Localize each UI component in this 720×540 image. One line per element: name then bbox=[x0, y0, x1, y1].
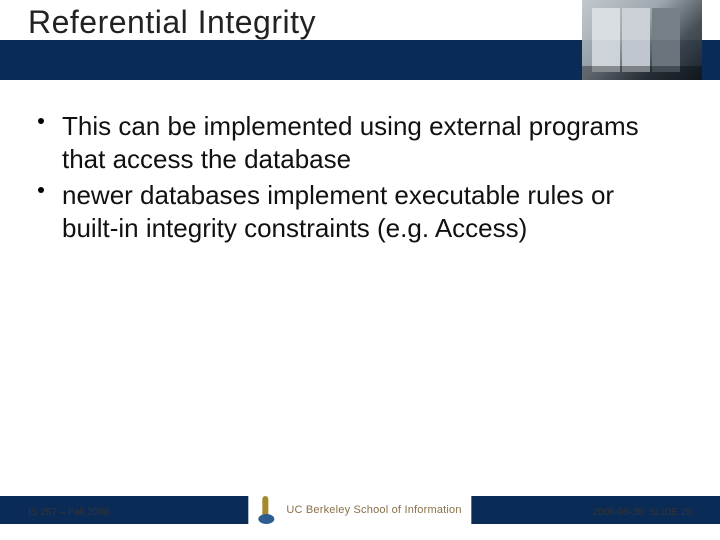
footer-date: 2008-09-30 bbox=[592, 507, 643, 518]
bullet-dot-icon bbox=[36, 179, 54, 193]
slide-body: This can be implemented using external p… bbox=[36, 110, 660, 248]
bullet-text: newer databases implement executable rul… bbox=[54, 179, 660, 244]
ischool-logo-icon bbox=[258, 496, 278, 524]
title-decoration-image bbox=[582, 0, 702, 80]
slide: Referential Integrity This can be implem… bbox=[0, 0, 720, 540]
footer-right: 2008-09-30 SLIDE 25 bbox=[592, 507, 692, 518]
bullet-text: This can be implemented using external p… bbox=[54, 110, 660, 175]
bullet-item: This can be implemented using external p… bbox=[36, 110, 660, 175]
footer-course-label: IS 257 – Fall 2008 bbox=[28, 507, 109, 518]
slide-title: Referential Integrity bbox=[28, 4, 316, 41]
footer-logo: UC Berkeley School of Information bbox=[248, 493, 471, 527]
bullet-dot-icon bbox=[36, 110, 54, 124]
footer-slide-label: SLIDE bbox=[649, 507, 678, 518]
footer-slide-number: 25 bbox=[681, 507, 692, 518]
footer-logo-text: UC Berkeley School of Information bbox=[286, 504, 461, 516]
title-band bbox=[0, 40, 720, 80]
bullet-item: newer databases implement executable rul… bbox=[36, 179, 660, 244]
